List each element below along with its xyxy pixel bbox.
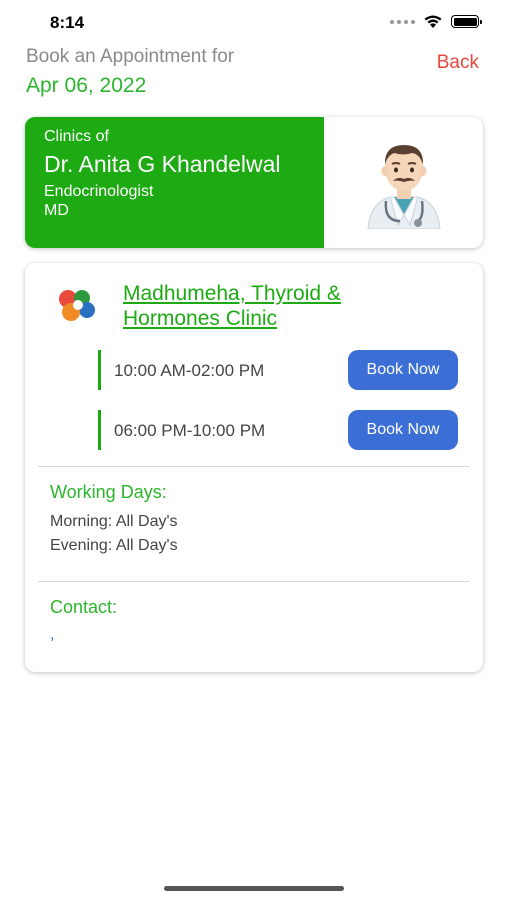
slot-indicator-bar xyxy=(98,410,101,450)
doctor-specialty: Endocrinologist xyxy=(44,183,154,200)
slot-time: 10:00 AM-02:00 PM xyxy=(114,361,265,380)
contact-title: Contact: xyxy=(50,597,118,617)
evening-schedule: Evening: All Day's xyxy=(50,537,178,554)
clinic-card: Madhumeha, Thyroid & Hormones Clinic 10:… xyxy=(25,263,483,672)
wifi-icon xyxy=(424,15,442,28)
status-bar: 8:14 xyxy=(0,0,507,44)
status-icons xyxy=(390,14,482,29)
status-time: 8:14 xyxy=(50,13,85,32)
time-slot: 06:00 PM-10:00 PM Book Now xyxy=(98,410,458,450)
doctor-card: Clinics of Dr. Anita G Khandelwal Endocr… xyxy=(25,117,483,248)
doctor-avatar-icon xyxy=(366,144,441,229)
book-now-button[interactable]: Book Now xyxy=(348,350,458,390)
header-prompt: Book an Appointment for xyxy=(26,46,235,67)
slot-time: 06:00 PM-10:00 PM xyxy=(114,421,266,440)
divider xyxy=(38,466,470,467)
working-days-title: Working Days: xyxy=(50,482,167,502)
battery-icon xyxy=(451,15,482,28)
contact-value: , xyxy=(50,626,55,643)
cellular-signal-icon xyxy=(390,19,415,24)
appointment-date: Apr 06, 2022 xyxy=(26,74,147,97)
home-indicator xyxy=(164,886,344,891)
back-button[interactable]: Back xyxy=(437,52,479,74)
clinics-of-label: Clinics of xyxy=(44,128,109,145)
doctor-avatar-area xyxy=(324,117,483,248)
doctor-degree: MD xyxy=(44,202,69,219)
morning-schedule: Morning: All Day's xyxy=(50,513,178,530)
book-now-button[interactable]: Book Now xyxy=(348,410,458,450)
slot-indicator-bar xyxy=(98,350,101,390)
time-slot: 10:00 AM-02:00 PM Book Now xyxy=(98,350,458,390)
clinic-logo-icon xyxy=(59,290,95,321)
divider xyxy=(38,581,470,582)
clinic-name-link[interactable]: Madhumeha, Thyroid & Hormones Clinic xyxy=(123,281,423,331)
doctor-info-panel: Clinics of Dr. Anita G Khandelwal Endocr… xyxy=(25,117,324,248)
doctor-name: Dr. Anita G Khandelwal xyxy=(44,151,281,177)
